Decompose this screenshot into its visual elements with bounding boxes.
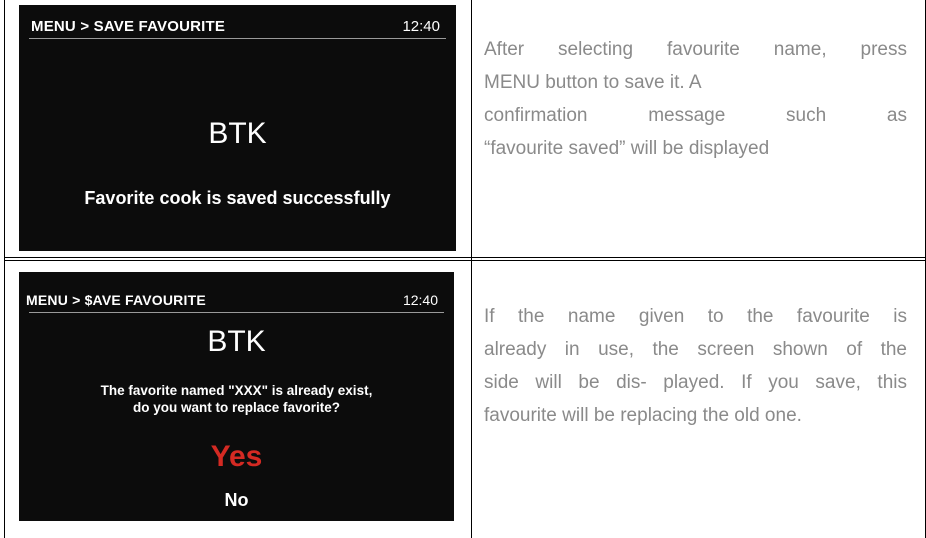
description-line: If the name given to the favourite is	[484, 306, 907, 327]
screen-header: MENU > SAVE FAVOURITE 12:40	[19, 5, 456, 39]
table-row-divider	[4, 257, 926, 258]
description-save-favourite: After selecting favourite name, press ME…	[484, 33, 907, 165]
description-line: “favourite saved” will be displayed	[484, 138, 770, 159]
clock: 12:40	[402, 18, 440, 35]
question-line: do you want to replace favorite?	[132, 400, 341, 415]
description-line: side will be dis- played. If you save, t…	[484, 372, 907, 393]
description-replace-favourite: If the name given to the favourite is al…	[484, 300, 907, 432]
replace-question: The favorite named "XXX" is already exis…	[19, 382, 454, 416]
breadcrumb: MENU > SAVE FAVOURITE	[31, 18, 226, 35]
table-row-divider	[4, 260, 926, 261]
header-divider	[29, 312, 444, 313]
breadcrumb: MENU > $AVE FAVOURITE	[26, 292, 206, 308]
table-border-left	[4, 0, 5, 538]
success-message: Favorite cook is saved successfully	[84, 188, 391, 208]
yes-option[interactable]: Yes	[19, 440, 454, 474]
question-line: The favorite named "XXX" is already exis…	[100, 383, 373, 398]
header-divider	[29, 38, 446, 39]
screen-header: MENU > $AVE FAVOURITE 12:40	[19, 272, 454, 313]
favourite-name: BTK	[208, 117, 267, 150]
favourite-name: BTK	[207, 325, 266, 358]
replace-favourite-screen: MENU > $AVE FAVOURITE 12:40 BTK The favo…	[19, 272, 454, 521]
description-line: MENU button to save it. A	[484, 72, 702, 93]
description-line: favourite will be replacing the old one.	[484, 405, 802, 426]
table-border-middle	[471, 0, 472, 538]
description-line: After selecting favourite name, press	[484, 39, 907, 60]
description-line: confirmation message such as	[484, 105, 907, 126]
clock: 12:40	[402, 292, 438, 308]
save-favourite-screen: MENU > SAVE FAVOURITE 12:40 BTK Favorite…	[19, 5, 456, 251]
no-option[interactable]: No	[19, 490, 454, 511]
description-line: already in use, the screen shown of the	[484, 339, 907, 360]
